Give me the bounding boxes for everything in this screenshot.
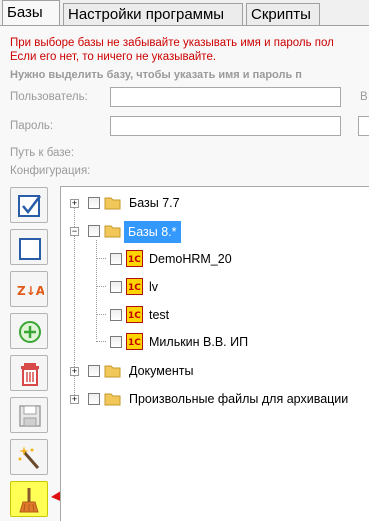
tab-program-settings[interactable]: Настройки программы <box>63 3 243 25</box>
folder-icon <box>104 365 121 378</box>
node-checkbox[interactable] <box>88 365 100 377</box>
delete-button[interactable] <box>10 355 48 391</box>
onec-icon: 1C <box>126 250 143 267</box>
warning-text-line2: Если его нет, то ничего не указывайте. <box>10 51 217 63</box>
tree-node-base[interactable]: 1C DemoHRM_20 <box>61 248 361 270</box>
node-label: test <box>149 308 170 322</box>
tree-node-bases-77[interactable]: + Базы 7.7 <box>61 192 361 214</box>
folder-icon <box>104 393 121 406</box>
node-checkbox[interactable] <box>110 309 122 321</box>
check-all-button[interactable] <box>10 187 48 223</box>
expand-icon[interactable]: + <box>70 199 79 208</box>
folder-icon <box>104 197 121 210</box>
node-label: Базы 7.7 <box>129 196 180 210</box>
select-base-hint: Нужно выделить базу, чтобы указать имя и… <box>10 69 302 81</box>
onec-icon: 1C <box>126 306 143 323</box>
onec-icon: 1C <box>126 278 143 295</box>
node-checkbox[interactable] <box>88 225 100 237</box>
onec-icon: 1C <box>126 333 143 350</box>
warning-text-line1: При выборе базы не забывайте указывать и… <box>10 37 334 49</box>
tree-node-custom-files[interactable]: + Произвольные файлы для архивации <box>61 388 361 410</box>
tree-node-base[interactable]: 1C Милькин В.В. ИП <box>61 331 361 353</box>
tree-node-base[interactable]: 1C test <box>61 304 361 326</box>
node-label: lv <box>149 280 159 294</box>
folder-icon <box>104 225 121 238</box>
tab-scripts[interactable]: Скрипты <box>246 3 320 25</box>
node-label: DemoHRM_20 <box>149 252 232 266</box>
node-checkbox[interactable] <box>110 281 122 293</box>
check-all-icon <box>18 195 41 217</box>
svg-text:Z↓A: Z↓A <box>17 284 44 298</box>
node-checkbox[interactable] <box>110 336 122 348</box>
expand-icon[interactable]: + <box>70 395 79 404</box>
user-label: Пользователь: <box>10 91 88 103</box>
tree-node-documents[interactable]: + Документы <box>61 360 361 382</box>
svg-text:1C: 1C <box>128 255 141 265</box>
save-icon <box>19 405 41 427</box>
svg-text:1C: 1C <box>128 311 141 321</box>
clean-button[interactable] <box>10 481 48 517</box>
save-button[interactable] <box>10 397 48 433</box>
node-label: Милькин В.В. ИП <box>149 335 249 349</box>
tree-node-base[interactable]: 1C lv <box>61 276 361 298</box>
sort-za-icon: Z↓A <box>17 284 44 298</box>
user-side-label: В <box>360 91 368 103</box>
tab-bar: Базы Настройки программы Скрипты <box>0 0 369 26</box>
magic-wand-icon <box>18 446 40 469</box>
configuration-label: Конфигурация: <box>10 165 91 177</box>
user-field[interactable] <box>110 87 341 107</box>
uncheck-all-button[interactable] <box>10 229 48 265</box>
uncheck-all-icon <box>19 238 41 260</box>
path-label: Путь к базе: <box>10 147 75 159</box>
svg-text:1C: 1C <box>128 338 141 348</box>
node-label: Произвольные файлы для архивации <box>129 392 349 406</box>
node-label: Документы <box>129 364 194 378</box>
svg-text:1C: 1C <box>128 283 141 293</box>
add-icon <box>19 321 41 343</box>
tab-bases[interactable]: Базы <box>2 0 60 26</box>
password-field[interactable] <box>110 116 341 136</box>
trash-icon <box>21 363 39 386</box>
password-side-field[interactable] <box>358 116 369 136</box>
broom-icon <box>19 488 39 513</box>
wizard-button[interactable] <box>10 439 48 475</box>
bases-tree[interactable]: + Базы 7.7 − Базы 8.* 1C DemoHRM_20 1C l… <box>60 186 369 521</box>
node-checkbox[interactable] <box>88 197 100 209</box>
node-checkbox[interactable] <box>88 393 100 405</box>
node-checkbox[interactable] <box>110 253 122 265</box>
collapse-icon[interactable]: − <box>70 227 79 236</box>
password-label: Пароль: <box>10 120 54 132</box>
node-label-selected: Базы 8.* <box>124 221 181 243</box>
add-button[interactable] <box>10 313 48 349</box>
expand-icon[interactable]: + <box>70 367 79 376</box>
tree-node-bases-8[interactable]: − Базы 8.* <box>61 220 361 243</box>
sort-button[interactable]: Z↓A <box>10 271 48 307</box>
